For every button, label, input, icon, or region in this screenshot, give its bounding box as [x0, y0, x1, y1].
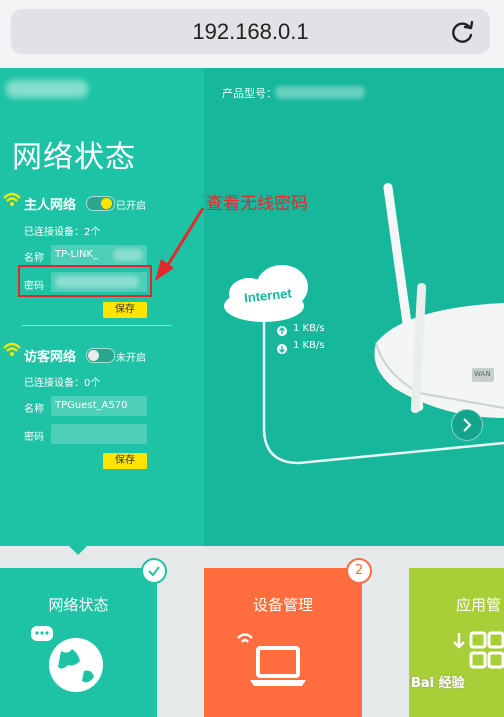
download-speed: 1 KB/s [293, 340, 325, 351]
router-image [374, 183, 504, 418]
logo-redacted [6, 80, 88, 98]
main-name-label: 名称 [24, 253, 44, 264]
guest-ssid-value: TPGuest_A570 [55, 400, 128, 411]
baidu-watermark: Bai 经验 [411, 676, 465, 691]
guest-connected-devices: 已连接设备：0个 [24, 378, 101, 389]
panel-title: 网络状态 [12, 140, 136, 175]
guest-network-title: 访客网络 [24, 350, 77, 365]
guest-password-label: 密码 [24, 432, 44, 443]
wifi-icon [3, 192, 21, 206]
guest-save-button[interactable]: 保存 [103, 453, 147, 469]
password-highlight-box [18, 265, 152, 297]
router-port-label: WAN [474, 370, 491, 378]
tile-device-management-label: 设备管理 [252, 596, 313, 614]
tile-device-management[interactable]: 设备管理 [204, 568, 362, 717]
upload-speed: 1 KB/s [293, 323, 325, 334]
main-save-button[interactable]: 保存 [103, 302, 147, 318]
browser-address-bar: 192.168.0.1 [0, 0, 504, 68]
laptop-icon [237, 633, 306, 686]
main-network-toggle[interactable] [86, 196, 115, 211]
guest-network-toggle[interactable] [86, 348, 115, 363]
annotation-text: 查看无线密码 [206, 194, 308, 214]
device-count-badge: 2 [346, 558, 372, 584]
globe-icon [31, 626, 103, 692]
active-indicator-triangle [69, 546, 87, 555]
guest-ssid-input[interactable]: TPGuest_A570 [51, 396, 147, 416]
network-status-panel: 网络状态 主人网络 已开启 已连接设备：2个 名称 TP-LINK_ 密码 保存 [0, 68, 204, 546]
guest-name-label: 名称 [24, 404, 44, 415]
url-text: 192.168.0.1 [192, 19, 309, 44]
main-connected-devices: 已连接设备：2个 [24, 227, 101, 238]
router-illustration [224, 183, 504, 465]
product-model-label: 产品型号： [222, 87, 277, 100]
tile-network-status-label: 网络状态 [48, 596, 109, 614]
wifi-icon [3, 342, 21, 356]
main-network-toggle-state: 已开启 [116, 201, 146, 212]
tile-app-management-label: 应用管 [456, 596, 502, 614]
router-page: Internet 1 KB/s 1 KB/s WAN 产品型号： 网络状态 主人… [0, 68, 504, 546]
url-field[interactable]: 192.168.0.1 [11, 9, 490, 54]
main-network-title: 主人网络 [24, 198, 77, 213]
illustration-area: Internet 1 KB/s 1 KB/s WAN [204, 68, 504, 546]
chevron-right-icon [463, 418, 472, 432]
ssid-suffix-redacted [113, 249, 143, 261]
tile-network-status[interactable]: 网络状态 [0, 568, 157, 717]
guest-password-input[interactable] [51, 424, 147, 444]
section-divider [22, 325, 172, 326]
check-badge-icon [141, 558, 167, 584]
next-slide-button[interactable] [451, 409, 483, 441]
product-model-value-redacted [275, 86, 365, 99]
reload-icon[interactable] [450, 19, 476, 45]
main-ssid-value: TP-LINK_ [55, 249, 99, 260]
guest-network-toggle-state: 未开启 [116, 353, 146, 364]
main-ssid-input[interactable]: TP-LINK_ [51, 245, 147, 265]
